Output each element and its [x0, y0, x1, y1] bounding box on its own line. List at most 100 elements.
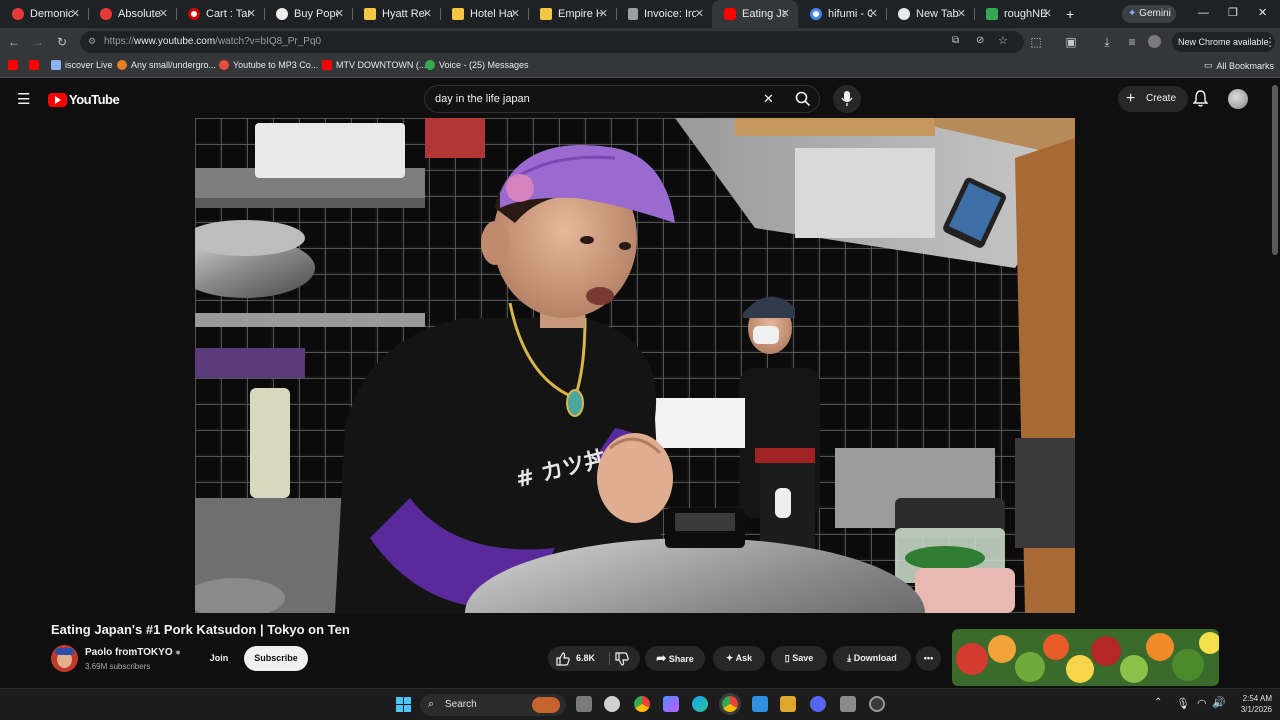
tab-close-icon[interactable]: ✕	[511, 7, 520, 20]
taskbar-search-box[interactable]: ⌕ Search	[420, 694, 566, 716]
bookmark-item[interactable]: Any small/undergro...	[117, 60, 216, 70]
bookmark-item[interactable]: MTV DOWNTOWN (...	[322, 60, 426, 70]
bookmark-icon-only[interactable]	[29, 60, 43, 70]
tab-close-icon[interactable]: ✕	[695, 7, 704, 20]
browser-tab-active[interactable]: Eating Japa✕	[712, 0, 798, 28]
profile-avatar[interactable]	[1148, 35, 1161, 48]
address-bar[interactable]: ⚙ https://www.youtube.com/watch?v=bIQ8_P…	[80, 31, 1024, 53]
tab-close-icon[interactable]: ✕	[335, 7, 344, 20]
clear-search-icon[interactable]: ✕	[763, 91, 774, 107]
browser-tab[interactable]: hifumi - Go✕	[798, 0, 886, 28]
search-input[interactable]: day in the life japan ✕	[424, 85, 820, 113]
youtube-logo[interactable]: YouTube	[48, 92, 120, 107]
volume-icon[interactable]: 🔊	[1212, 696, 1226, 709]
edge-taskbar-icon[interactable]	[692, 696, 708, 712]
create-button[interactable]: + Create	[1118, 86, 1189, 112]
browser-tab[interactable]: Empire Hot✕	[528, 0, 616, 28]
bookmark-item[interactable]: Voice - (25) Messages	[425, 60, 529, 70]
back-arrow-icon[interactable]: ←	[6, 34, 22, 50]
download-icon: ⤓	[847, 653, 852, 663]
cast-icon[interactable]: ⧉	[952, 35, 959, 46]
restore-window-icon[interactable]: ❐	[1228, 6, 1238, 19]
gemini-button[interactable]: ✦ Gemini	[1122, 5, 1176, 23]
account-avatar[interactable]	[1228, 89, 1248, 109]
youtube-favicon-icon	[322, 60, 332, 70]
browser-tab[interactable]: roughNE ✕	[974, 0, 1060, 28]
tab-close-icon[interactable]: ✕	[71, 7, 80, 20]
extensions-icon[interactable]: ⬚	[1028, 34, 1044, 50]
bookmark-item[interactable]: Youtube to MP3 Co...	[219, 60, 318, 70]
tab-close-icon[interactable]: ✕	[869, 7, 878, 20]
tab-close-icon[interactable]: ✕	[1043, 7, 1052, 20]
chrome-active-taskbar-icon[interactable]	[722, 696, 738, 712]
tab-close-icon[interactable]: ✕	[247, 7, 256, 20]
browser-tab[interactable]: Cart : Targe✕	[176, 0, 264, 28]
calculator-taskbar-icon[interactable]	[840, 696, 856, 712]
channel-name[interactable]: Paolo fromTOKYO ●	[85, 647, 181, 658]
browser-tab[interactable]: New Tab ✕	[886, 0, 974, 28]
tab-close-icon[interactable]: ✕	[599, 7, 608, 20]
minimize-icon[interactable]: —	[1198, 7, 1209, 19]
reading-list-icon[interactable]: ≡	[1124, 34, 1140, 50]
new-chrome-available-button[interactable]: New Chrome available	[1172, 32, 1275, 52]
all-bookmarks-button[interactable]: ▭ All Bookmarks	[1204, 60, 1274, 71]
hamburger-menu-icon[interactable]: ☰	[17, 90, 30, 108]
bookmark-icon-only[interactable]	[8, 60, 22, 70]
eye-off-icon[interactable]: ⊘	[976, 35, 984, 46]
download-button[interactable]: ⤓ Download	[833, 646, 911, 671]
video-frame-image: # カツ丼	[195, 118, 1075, 613]
tab-close-icon[interactable]: ✕	[781, 7, 790, 20]
app-taskbar-icon[interactable]	[780, 696, 796, 712]
notifications-bell-icon[interactable]	[1192, 90, 1209, 112]
microphone-tray-icon[interactable]: 🎙	[1176, 697, 1190, 710]
tab-close-icon[interactable]: ✕	[423, 7, 432, 20]
browser-tab[interactable]: Invoice: Iro ✕	[616, 0, 712, 28]
sparkle-icon: ✦	[725, 653, 734, 663]
reload-icon[interactable]: ↻	[54, 34, 70, 50]
recommended-video-thumbnail[interactable]	[952, 629, 1219, 686]
wifi-icon[interactable]: ◠	[1197, 697, 1207, 710]
site-info-icon[interactable]: ⚙	[88, 36, 96, 47]
browser-tab[interactable]: Buy Popov✕	[264, 0, 352, 28]
browser-tab[interactable]: Demonic A✕	[0, 0, 88, 28]
save-button[interactable]: ▯ Save	[771, 646, 827, 671]
bookmark-favicon-icon	[117, 60, 127, 70]
windows-start-icon[interactable]	[396, 697, 412, 713]
subscribe-button[interactable]: Subscribe	[244, 646, 308, 671]
thumbs-down-icon	[615, 652, 629, 666]
tab-close-icon[interactable]: ✕	[957, 7, 966, 20]
browser-tab[interactable]: Hotel Hayd✕	[440, 0, 528, 28]
copilot-taskbar-icon[interactable]	[663, 696, 679, 712]
taskbar-clock[interactable]: 2:54 AM 3/1/2026	[1232, 693, 1272, 715]
page-scrollbar-thumb[interactable]	[1272, 85, 1278, 255]
channel-avatar[interactable]	[51, 645, 78, 672]
download-icon[interactable]: ⤓	[1099, 34, 1115, 50]
kebab-menu-icon[interactable]: ⋮	[1262, 34, 1278, 50]
ask-button[interactable]: ✦ Ask	[713, 646, 765, 671]
forward-arrow-icon[interactable]: →	[30, 34, 46, 50]
bookmark-star-icon[interactable]: ☆	[998, 34, 1008, 47]
video-player[interactable]: # カツ丼	[195, 118, 1075, 613]
browser-tab[interactable]: Hyatt Rege✕	[352, 0, 440, 28]
dislike-button[interactable]	[615, 651, 629, 676]
vscode-taskbar-icon[interactable]	[752, 696, 768, 712]
browser-tab[interactable]: Absolute D✕	[88, 0, 176, 28]
chevron-up-icon[interactable]: ⌃	[1154, 697, 1162, 708]
more-actions-button[interactable]: •••	[916, 646, 941, 671]
settings-taskbar-icon[interactable]	[869, 696, 885, 712]
share-button[interactable]: ➦ Share	[645, 646, 705, 671]
close-window-icon[interactable]: ✕	[1258, 6, 1267, 19]
like-button[interactable]: 6.8K	[556, 646, 595, 671]
chrome-taskbar-icon[interactable]	[634, 696, 650, 712]
side-panel-icon[interactable]: ▣	[1063, 34, 1079, 50]
task-view-icon[interactable]	[576, 696, 592, 712]
join-button[interactable]: Join	[199, 646, 239, 671]
new-tab-plus-icon[interactable]: +	[1066, 6, 1074, 22]
voice-search-button[interactable]	[833, 85, 861, 113]
tab-close-icon[interactable]: ✕	[159, 7, 168, 20]
search-button[interactable]	[785, 85, 823, 113]
bookmark-favicon-icon	[219, 60, 229, 70]
clock-app-icon[interactable]	[604, 696, 620, 712]
bookmark-item[interactable]: iscover Live	[51, 60, 113, 70]
discord-taskbar-icon[interactable]	[810, 696, 826, 712]
